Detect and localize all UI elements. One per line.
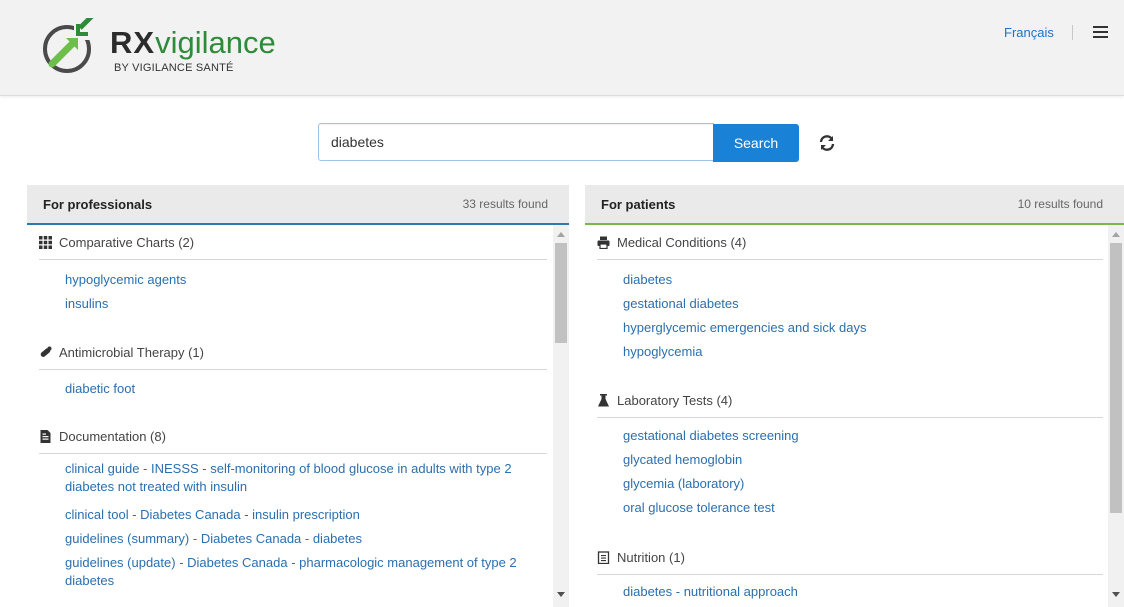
hamburger-menu-icon[interactable] xyxy=(1093,26,1108,39)
category-label: Antimicrobial Therapy (1) xyxy=(59,345,204,360)
brand-vigilance: vigilance xyxy=(155,25,276,60)
category-label: Medical Conditions (4) xyxy=(617,235,747,250)
brand-rx: RX xyxy=(110,25,156,60)
grid-icon xyxy=(39,236,52,249)
result-link[interactable]: guidelines (update) - Diabetes Canada - … xyxy=(65,554,535,590)
professionals-scrollbar[interactable] xyxy=(553,225,569,607)
category-comparative-charts[interactable]: Comparative Charts (2) xyxy=(39,235,547,260)
result-link[interactable]: diabetic foot xyxy=(65,380,135,398)
brand-tagline: BY VIGILANCE SANTÉ xyxy=(114,62,234,74)
patients-results-count: 10 results found xyxy=(1017,197,1103,211)
result-link[interactable]: hyperglycemic emergencies and sick days xyxy=(623,319,867,337)
category-label: Nutrition (1) xyxy=(617,550,685,565)
professionals-panel-header: For professionals 33 results found xyxy=(27,185,569,225)
site-header: RXvigilance BY VIGILANCE SANTÉ Français xyxy=(0,0,1124,96)
rxvigilance-logo-icon[interactable] xyxy=(40,18,98,76)
search-input[interactable] xyxy=(318,123,714,161)
result-link[interactable]: clinical tool - Diabetes Canada - insuli… xyxy=(65,506,360,524)
refresh-icon[interactable] xyxy=(818,134,836,152)
scroll-up-arrow-icon[interactable] xyxy=(557,232,565,237)
scrollbar-thumb[interactable] xyxy=(555,243,567,343)
professionals-panel: For professionals 33 results found Compa… xyxy=(27,185,569,607)
flask-icon xyxy=(598,394,609,407)
clipboard-icon xyxy=(597,551,610,564)
patients-panel: For patients 10 results found Medical Co… xyxy=(585,185,1124,607)
result-link[interactable]: insulins xyxy=(65,295,108,313)
result-link[interactable]: gestational diabetes screening xyxy=(623,427,799,445)
result-link[interactable]: diabetes xyxy=(623,271,672,289)
scrollbar-thumb[interactable] xyxy=(1110,243,1122,513)
result-link[interactable]: hypoglycemia xyxy=(623,343,703,361)
brand-name[interactable]: RXvigilance xyxy=(110,26,276,60)
patients-scrollbar[interactable] xyxy=(1108,225,1124,607)
result-link[interactable]: glycated hemoglobin xyxy=(623,451,742,469)
professionals-results-count: 33 results found xyxy=(462,197,548,211)
patients-results-list: Medical Conditions (4) diabetes gestatio… xyxy=(585,225,1124,607)
category-label: Laboratory Tests (4) xyxy=(617,393,733,408)
category-documentation[interactable]: Documentation (8) xyxy=(39,429,547,454)
category-antimicrobial-therapy[interactable]: Antimicrobial Therapy (1) xyxy=(39,345,547,370)
result-link[interactable]: guidelines (summary) - Diabetes Canada -… xyxy=(65,530,362,548)
patients-panel-title: For patients xyxy=(601,197,676,212)
result-link[interactable]: gestational diabetes xyxy=(623,295,739,313)
result-link[interactable]: clinical guide - INESSS - self-monitorin… xyxy=(65,460,535,496)
printer-icon xyxy=(597,236,610,249)
result-link[interactable]: hypoglycemic agents xyxy=(65,271,186,289)
category-nutrition[interactable]: Nutrition (1) xyxy=(597,550,1103,575)
professionals-results-list: Comparative Charts (2) hypoglycemic agen… xyxy=(27,225,569,607)
scroll-down-arrow-icon[interactable] xyxy=(1112,592,1120,597)
search-button[interactable]: Search xyxy=(713,124,799,162)
result-link[interactable]: glycemia (laboratory) xyxy=(623,475,744,493)
document-icon xyxy=(40,430,51,443)
category-laboratory-tests[interactable]: Laboratory Tests (4) xyxy=(597,393,1103,418)
professionals-panel-title: For professionals xyxy=(43,197,153,212)
language-switch-link[interactable]: Français xyxy=(1004,25,1054,40)
scroll-down-arrow-icon[interactable] xyxy=(557,592,565,597)
category-medical-conditions[interactable]: Medical Conditions (4) xyxy=(597,235,1103,260)
pill-icon xyxy=(40,346,52,357)
scroll-up-arrow-icon[interactable] xyxy=(1112,232,1120,237)
header-divider xyxy=(1072,25,1073,40)
result-link[interactable]: diabetes - nutritional approach xyxy=(623,583,798,601)
category-label: Comparative Charts (2) xyxy=(59,235,195,250)
patients-panel-header: For patients 10 results found xyxy=(585,185,1124,225)
result-link[interactable]: oral glucose tolerance test xyxy=(623,499,775,517)
category-label: Documentation (8) xyxy=(59,429,166,444)
